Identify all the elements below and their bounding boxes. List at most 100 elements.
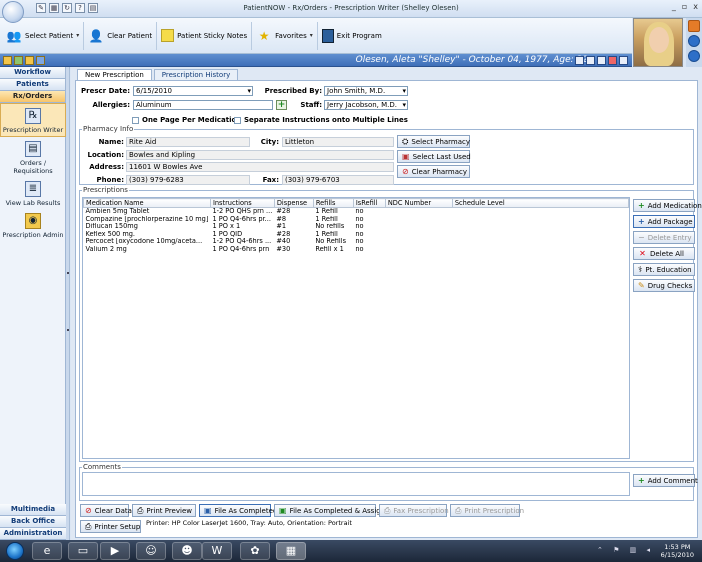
info-icon[interactable] xyxy=(36,56,45,65)
nav-item-lab-results[interactable]: ≣ View Lab Results xyxy=(0,177,66,209)
nav-tab-multimedia[interactable]: Multimedia xyxy=(0,504,66,516)
app-menu-orb[interactable] xyxy=(2,1,24,23)
add-medication-button[interactable]: + Add Medication xyxy=(633,199,702,212)
heart-icon[interactable] xyxy=(608,56,617,65)
nav-tab-back-office[interactable]: Back Office xyxy=(0,516,66,528)
nav-item-orders[interactable]: ▤ Orders / Requisitions xyxy=(0,137,66,177)
folder-icon[interactable] xyxy=(25,56,34,65)
media-player-icon[interactable]: ▶ xyxy=(100,542,130,560)
add-package-button[interactable]: + Add Package xyxy=(633,215,695,228)
tab-new-prescription[interactable]: New Prescription xyxy=(77,69,152,80)
ie-icon[interactable]: e xyxy=(32,542,62,560)
file-completed-button[interactable]: ▣ File As Completed xyxy=(199,504,277,517)
column-header[interactable]: NDC Number xyxy=(384,198,453,208)
exit-program-label: Exit Program xyxy=(336,31,382,40)
comments-textarea[interactable] xyxy=(82,472,630,496)
delete-all-button[interactable]: ✕ Delete All xyxy=(633,247,695,260)
table-row[interactable]: Ambien 5mg Tablet 1-2 PO QHS prn ... #28 1 … xyxy=(84,208,629,216)
select-patient-button[interactable]: 👥 Select Patient ▾ xyxy=(2,21,85,50)
volume-icon[interactable]: ◂ xyxy=(646,546,654,554)
navigate-icon[interactable] xyxy=(688,50,700,62)
nav-item-prescription-writer[interactable]: ℞ Prescription Writer xyxy=(0,103,66,137)
nav-tab-patients[interactable]: Patients xyxy=(0,79,65,91)
add-comment-button[interactable]: + Add Comment xyxy=(633,474,698,487)
clear-data-button[interactable]: ⊘ Clear Data xyxy=(80,504,132,517)
table-row[interactable]: Diflucan 150mg 1 PO x 1 #1 No refills no xyxy=(84,223,629,231)
print-preview-button[interactable]: ⎙ Print Preview xyxy=(132,504,196,517)
messenger-icon[interactable]: ☺ xyxy=(136,542,166,560)
select-patient-icon: 👥 xyxy=(6,28,22,43)
file-assign-button[interactable]: ▣ File As Completed & Assign xyxy=(274,504,385,517)
column-header[interactable]: Instructions xyxy=(209,198,275,208)
clock[interactable]: 1:53 PM 6/15/2010 xyxy=(661,543,694,559)
edit-icon[interactable] xyxy=(597,56,606,65)
checkbox-box[interactable] xyxy=(132,116,139,124)
column-header[interactable]: IsRefill xyxy=(352,198,386,208)
column-header[interactable]: Medication Name xyxy=(83,198,211,208)
flag-icon[interactable]: ⚑ xyxy=(613,546,623,554)
export-icon[interactable] xyxy=(575,56,584,65)
checkbox-box[interactable] xyxy=(234,116,241,124)
minimize-button[interactable]: _ xyxy=(672,2,676,11)
prescribed-by-select[interactable]: John Smith, M.D. xyxy=(324,86,408,96)
exit-program-button[interactable]: Exit Program xyxy=(318,22,386,50)
nav-tab-rx-orders[interactable]: Rx/Orders xyxy=(0,91,65,103)
card-icon[interactable] xyxy=(586,56,595,65)
main-toolbar: 👥 Select Patient ▾ 👤 Clear Patient Patie… xyxy=(0,18,632,54)
word-icon[interactable]: W xyxy=(202,542,232,560)
home-icon[interactable] xyxy=(688,35,700,47)
nav-splitter[interactable] xyxy=(66,67,70,540)
clear-patient-label: Clear Patient xyxy=(107,31,153,40)
clear-pharmacy-button[interactable]: ⊘ Clear Pharmacy xyxy=(397,165,470,178)
staff-select[interactable]: Jerry Jacobson, M.D. xyxy=(324,100,408,110)
column-header[interactable]: Dispense xyxy=(273,198,314,208)
one-page-checkbox[interactable]: One Page Per Medication xyxy=(132,116,241,124)
printer-setup-button[interactable]: ⎙ Printer Setup xyxy=(80,520,141,533)
allergies-field[interactable]: Aluminum xyxy=(133,100,273,110)
prescr-date-field[interactable]: 6/15/2010 xyxy=(133,86,253,96)
app-icon[interactable]: ☻ xyxy=(172,542,202,560)
patientnow-icon[interactable]: ✿ xyxy=(240,542,270,560)
nav-tab-administration[interactable]: Administration xyxy=(0,528,66,540)
nav-tab-workflow[interactable]: Workflow xyxy=(0,67,65,79)
explorer-icon[interactable]: ▭ xyxy=(68,542,98,560)
column-header[interactable]: Refills xyxy=(312,198,354,208)
nav-item-prescription-admin[interactable]: ◉ Prescription Admin xyxy=(0,209,66,241)
table-row[interactable]: Percocet [oxycodone 10mg/aceta... 1-2 PO … xyxy=(84,238,629,246)
table-cell: #28 xyxy=(276,207,291,215)
print-prescription-button[interactable]: ⎙ Print Prescription xyxy=(450,504,524,517)
checkbox-label: Separate Instructions onto Multiple Line… xyxy=(244,116,408,124)
close-button[interactable]: x xyxy=(693,2,698,11)
favorites-button[interactable]: ★ Favorites ▾ xyxy=(252,21,318,50)
table-body: Ambien 5mg Tablet 1-2 PO QHS prn ... #28 1 … xyxy=(84,208,629,254)
clear-patient-button[interactable]: 👤 Clear Patient xyxy=(84,21,158,50)
chevron-up-icon[interactable]: ⌃ xyxy=(597,546,607,554)
select-last-used-button[interactable]: ▣ Select Last Used xyxy=(397,150,471,163)
select-pharmacy-button[interactable]: ⛭ Select Pharmacy xyxy=(397,135,470,148)
drug-checks-button[interactable]: ✎ Drug Checks xyxy=(633,279,695,292)
checkbox-label: One Page Per Medication xyxy=(142,116,242,124)
sticky-notes-button[interactable]: Patient Sticky Notes xyxy=(157,21,253,50)
table-row[interactable]: Keflex 500 mg. 1 PO QID #28 1 Refill no xyxy=(84,231,629,239)
checklist-icon[interactable] xyxy=(14,56,23,65)
collapse-icon[interactable] xyxy=(688,20,700,32)
tab-prescription-history[interactable]: Prescription History xyxy=(153,69,239,80)
button-label: Print Prescription xyxy=(464,506,525,515)
alert-icon[interactable] xyxy=(3,56,12,65)
active-window-icon[interactable]: ▦ xyxy=(276,542,306,560)
button-label: File As Completed xyxy=(214,506,278,515)
pharmacy-location-field: Bowles and Kipling xyxy=(126,150,394,160)
fax-prescription-button[interactable]: ⎙ Fax Prescription xyxy=(379,504,449,517)
maximize-button[interactable]: ▫ xyxy=(682,2,687,11)
start-button[interactable] xyxy=(6,542,24,560)
patient-name: Olesen, Aleta "Shelley" - October 04, 19… xyxy=(355,55,588,65)
separate-lines-checkbox[interactable]: Separate Instructions onto Multiple Line… xyxy=(234,116,408,124)
pharmacy-address-label: Address: xyxy=(89,163,124,171)
table-row[interactable]: Valium 2 mg 1 PO Q4-6hrs prn #30 Refill x 1… xyxy=(84,246,629,254)
pt-education-button[interactable]: ⚕ Pt. Education xyxy=(633,263,695,276)
column-header[interactable]: Schedule Level xyxy=(451,198,630,208)
table-row[interactable]: Compazine [prochlorperazine 10 mg] 1 PO Q… xyxy=(84,216,629,224)
delete-entry-button[interactable]: − Delete Entry xyxy=(633,231,695,244)
network-icon[interactable]: ▥ xyxy=(630,546,641,554)
grid-icon[interactable] xyxy=(619,56,628,65)
